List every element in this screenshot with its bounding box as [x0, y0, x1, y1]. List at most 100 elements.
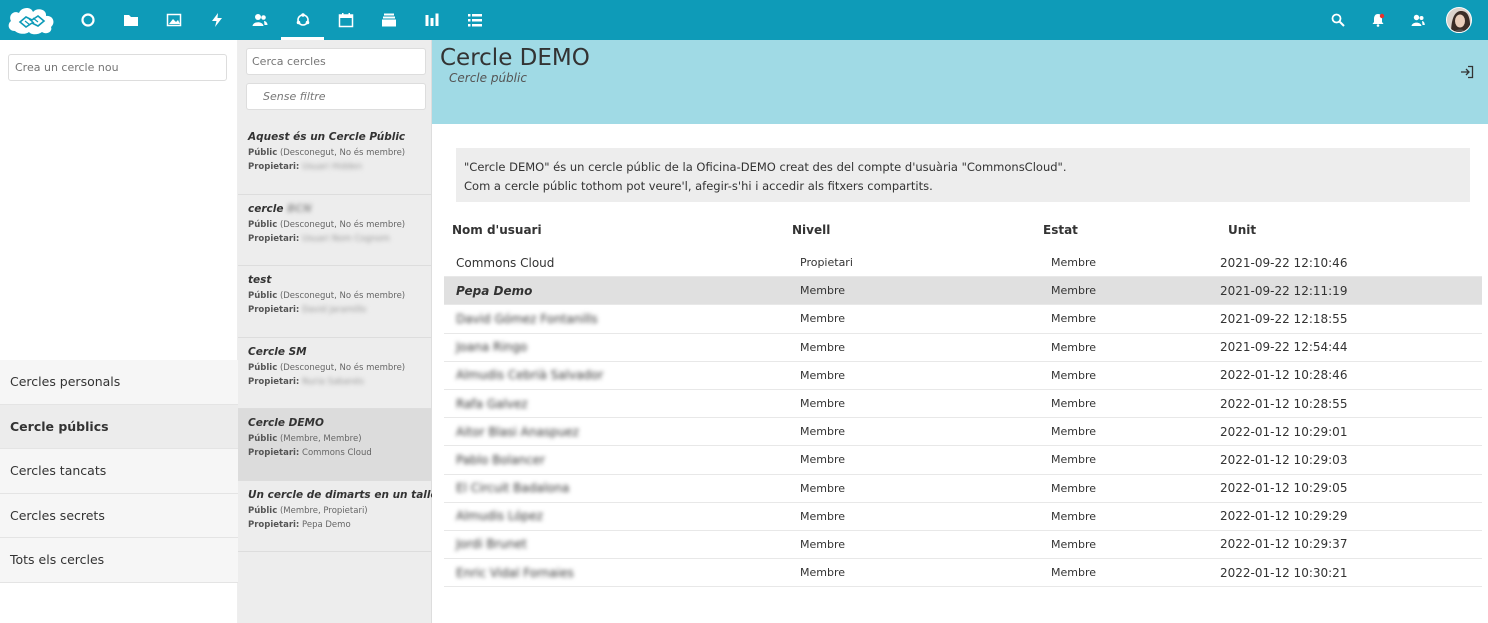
member-level: Membre	[800, 481, 846, 495]
table-row[interactable]: El Circuit Badalona Membre Membre 2022-0…	[444, 475, 1482, 503]
notifications-icon[interactable]	[1358, 0, 1398, 40]
circle-type-nav: Cercles personals Cercle públics Cercles…	[0, 360, 238, 583]
owner-label: Propietari:	[248, 162, 300, 172]
deck-icon[interactable]	[367, 0, 410, 40]
member-name: Pepa Demo	[456, 283, 533, 298]
description-line: "Cercle DEMO" és un cercle públic de la …	[464, 160, 1067, 174]
member-status: Membre	[1051, 256, 1097, 270]
member-joined: 2022-01-12 10:28:55	[1220, 396, 1348, 411]
table-row[interactable]: Rafa Galvez Membre Membre 2022-01-12 10:…	[444, 390, 1482, 419]
photos-icon[interactable]	[152, 0, 195, 40]
member-status: Membre	[1051, 537, 1097, 551]
owner-label: Propietari:	[248, 233, 300, 244]
dashboard-icon[interactable]	[66, 0, 109, 40]
member-name: David Gómez Fontanills	[456, 311, 598, 326]
commonscloud-logo-icon[interactable]	[2, 0, 62, 40]
column-header-user[interactable]: Nom d'usuari	[452, 223, 542, 237]
member-status: Membre	[1051, 340, 1097, 354]
member-status: Membre	[1051, 397, 1097, 411]
member-status: Membre	[1051, 566, 1097, 580]
calendar-icon[interactable]	[324, 0, 367, 40]
member-name: El Circuit Badalona	[456, 481, 570, 496]
circle-type: Públic	[248, 505, 278, 516]
nav-all-circles[interactable]: Tots els cercles	[0, 538, 238, 583]
member-joined: 2022-01-12 10:29:03	[1220, 452, 1348, 467]
member-name: Rafa Galvez	[456, 396, 528, 411]
table-row[interactable]: Enric Vidal Fornaies Membre Membre 2022-…	[444, 559, 1482, 588]
circles-icon[interactable]	[281, 0, 324, 40]
circle-status: (Desconegut, No és membre)	[279, 362, 406, 373]
member-status: Membre	[1051, 509, 1097, 523]
activity-icon[interactable]	[195, 0, 238, 40]
member-joined: 2021-09-22 12:11:19	[1220, 283, 1348, 298]
nav-personal-circles[interactable]: Cercles personals	[0, 360, 238, 405]
circle-owner: Commons Cloud	[302, 448, 372, 458]
member-status: Membre	[1051, 425, 1097, 439]
circle-name: Cercle DEMO	[248, 417, 324, 429]
member-joined: 2022-01-12 10:29:37	[1220, 537, 1348, 552]
table-row[interactable]: Pablo Bolancer Membre Membre 2022-01-12 …	[444, 446, 1482, 475]
member-name: Aitor Blasi Anaspuez	[456, 424, 579, 439]
member-status: Membre	[1051, 284, 1097, 298]
files-icon[interactable]	[109, 0, 152, 40]
circle-type: Públic	[248, 219, 278, 230]
member-status: Membre	[1051, 312, 1097, 326]
tasks-icon[interactable]	[453, 0, 496, 40]
table-row[interactable]: Pepa Demo Membre Membre 2021-09-22 12:11…	[444, 277, 1482, 306]
table-row[interactable]: Almudis López Membre Membre 2022-01-12 1…	[444, 503, 1482, 531]
circle-details: Cercle DEMO Cercle públic "Cercle DEMO" …	[432, 40, 1488, 623]
circle-type: Públic	[248, 362, 278, 373]
table-row[interactable]: Aitor Blasi Anaspuez Membre Membre 2022-…	[444, 418, 1482, 447]
search-circles-input[interactable]	[246, 48, 426, 75]
member-name: Enric Vidal Fornaies	[456, 565, 574, 580]
member-joined: 2021-09-22 12:54:44	[1220, 340, 1348, 355]
circle-list-item[interactable]: Un cercle de dimarts en un taller Públic…	[238, 481, 443, 552]
table-row[interactable]: Joana Ringo Membre Membre 2021-09-22 12:…	[444, 334, 1482, 362]
nav-public-circles[interactable]: Cercle públics	[0, 404, 238, 449]
circle-list-item[interactable]: Cercle SM Públic (Desconegut, No és memb…	[238, 338, 431, 409]
member-level: Membre	[800, 509, 846, 523]
member-joined: 2021-09-22 12:18:55	[1220, 311, 1348, 326]
join-circle-icon[interactable]	[1460, 65, 1474, 79]
column-header-level[interactable]: Nivell	[792, 223, 830, 237]
nav-closed-circles[interactable]: Cercles tancats	[0, 449, 238, 494]
member-level: Membre	[800, 312, 846, 326]
owner-label: Propietari:	[248, 376, 300, 387]
table-row[interactable]: Jordi Brunet Membre Membre 2022-01-12 10…	[444, 531, 1482, 560]
member-level: Propietari	[800, 256, 853, 270]
circle-description: "Cercle DEMO" és un cercle públic de la …	[456, 148, 1470, 202]
member-status: Membre	[1051, 481, 1097, 495]
circle-type: Públic	[248, 291, 278, 301]
contacts-icon[interactable]	[238, 0, 281, 40]
member-joined: 2022-01-12 10:29:01	[1220, 424, 1348, 439]
contacts-menu-icon[interactable]	[1398, 0, 1438, 40]
top-bar	[0, 0, 1488, 40]
description-line: Com a cercle públic tothom pot veure'l, …	[464, 179, 933, 193]
member-name: Commons Cloud	[456, 255, 555, 270]
circle-list-item-selected[interactable]: Cercle DEMO Públic (Membre, Membre) Prop…	[238, 409, 431, 481]
analytics-icon[interactable]	[410, 0, 453, 40]
user-avatar[interactable]	[1446, 7, 1472, 33]
circle-type: Públic	[248, 434, 278, 444]
circle-list-item[interactable]: test Públic (Desconegut, No és membre) P…	[238, 266, 431, 338]
member-joined: 2022-01-12 10:30:21	[1220, 565, 1348, 580]
nav-secret-circles[interactable]: Cercles secrets	[0, 493, 238, 538]
table-row[interactable]: David Gómez Fontanills Membre Membre 202…	[444, 305, 1482, 334]
search-icon[interactable]	[1318, 0, 1358, 40]
circle-filter-select[interactable]: Sense filtre	[246, 83, 426, 110]
table-row[interactable]: Commons Cloud Propietari Membre 2021-09-…	[444, 249, 1482, 278]
circle-list-item[interactable]: cercle BCN Públic (Desconegut, No és mem…	[238, 195, 431, 266]
circle-title: Cercle DEMO	[440, 45, 590, 71]
owner-label: Propietari:	[248, 519, 300, 530]
circle-type: Públic	[248, 148, 278, 158]
member-name: Pablo Bolancer	[456, 452, 545, 467]
circles-list-panel: Sense filtre Aquest és un Cercle Públic …	[238, 40, 443, 623]
circle-list-item[interactable]: Aquest és un Cercle Públic Públic (Desco…	[238, 123, 431, 195]
column-header-status[interactable]: Estat	[1043, 223, 1078, 237]
table-row[interactable]: Almudis Cebrià Salvador Membre Membre 20…	[444, 362, 1482, 390]
member-name: Joana Ringo	[456, 340, 528, 355]
new-circle-input[interactable]	[8, 54, 227, 81]
circle-owner: David Jaramillo	[302, 305, 367, 315]
column-header-joined[interactable]: Unit	[1228, 223, 1256, 237]
members-table: Commons Cloud Propietari Membre 2021-09-…	[444, 249, 1482, 588]
